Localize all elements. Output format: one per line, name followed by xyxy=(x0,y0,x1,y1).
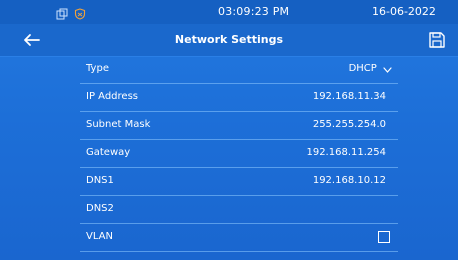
vlan-checkbox[interactable] xyxy=(378,231,390,243)
page-title: Network Settings xyxy=(174,33,284,46)
ip-address-value[interactable]: 192.168.11.34 xyxy=(313,91,386,102)
ip-address-label: IP Address xyxy=(86,91,138,102)
title-bar: Network Settings xyxy=(0,24,458,57)
status-time: 03:09:23 PM xyxy=(218,5,290,18)
dns2-row[interactable]: DNS2 xyxy=(80,196,398,224)
chevron-down-icon xyxy=(383,65,392,73)
subnet-mask-row[interactable]: Subnet Mask 255.255.254.0 xyxy=(80,112,398,140)
screen: 03:09:23 PM 16-06-2022 Network Settings … xyxy=(0,0,458,260)
dns1-value[interactable]: 192.168.10.12 xyxy=(313,175,386,186)
type-row[interactable]: Type DHCP xyxy=(80,56,398,84)
status-bar: 03:09:23 PM 16-06-2022 xyxy=(0,0,458,24)
list-item-partial xyxy=(80,252,398,260)
type-label: Type xyxy=(86,63,109,74)
vlan-label: VLAN xyxy=(86,231,113,242)
vlan-row[interactable]: VLAN xyxy=(80,224,398,252)
type-dropdown[interactable]: DHCP xyxy=(349,63,392,74)
subnet-mask-value[interactable]: 255.255.254.0 xyxy=(313,119,386,130)
status-icons xyxy=(56,5,86,20)
dns1-row[interactable]: DNS1 192.168.10.12 xyxy=(80,168,398,196)
gateway-row[interactable]: Gateway 192.168.11.254 xyxy=(80,140,398,168)
gateway-label: Gateway xyxy=(86,147,131,158)
type-value: DHCP xyxy=(348,63,377,74)
door-icon xyxy=(56,5,68,20)
shield-icon xyxy=(74,5,86,20)
network-settings-list: Type DHCP IP Address 192.168.11.34 Subne… xyxy=(80,56,398,260)
dns1-label: DNS1 xyxy=(86,175,114,186)
subnet-mask-label: Subnet Mask xyxy=(86,119,151,130)
ip-address-row[interactable]: IP Address 192.168.11.34 xyxy=(80,84,398,112)
dns2-label: DNS2 xyxy=(86,203,114,214)
gateway-value[interactable]: 192.168.11.254 xyxy=(306,147,386,158)
save-icon[interactable] xyxy=(428,31,446,49)
status-date: 16-06-2022 xyxy=(372,5,436,18)
